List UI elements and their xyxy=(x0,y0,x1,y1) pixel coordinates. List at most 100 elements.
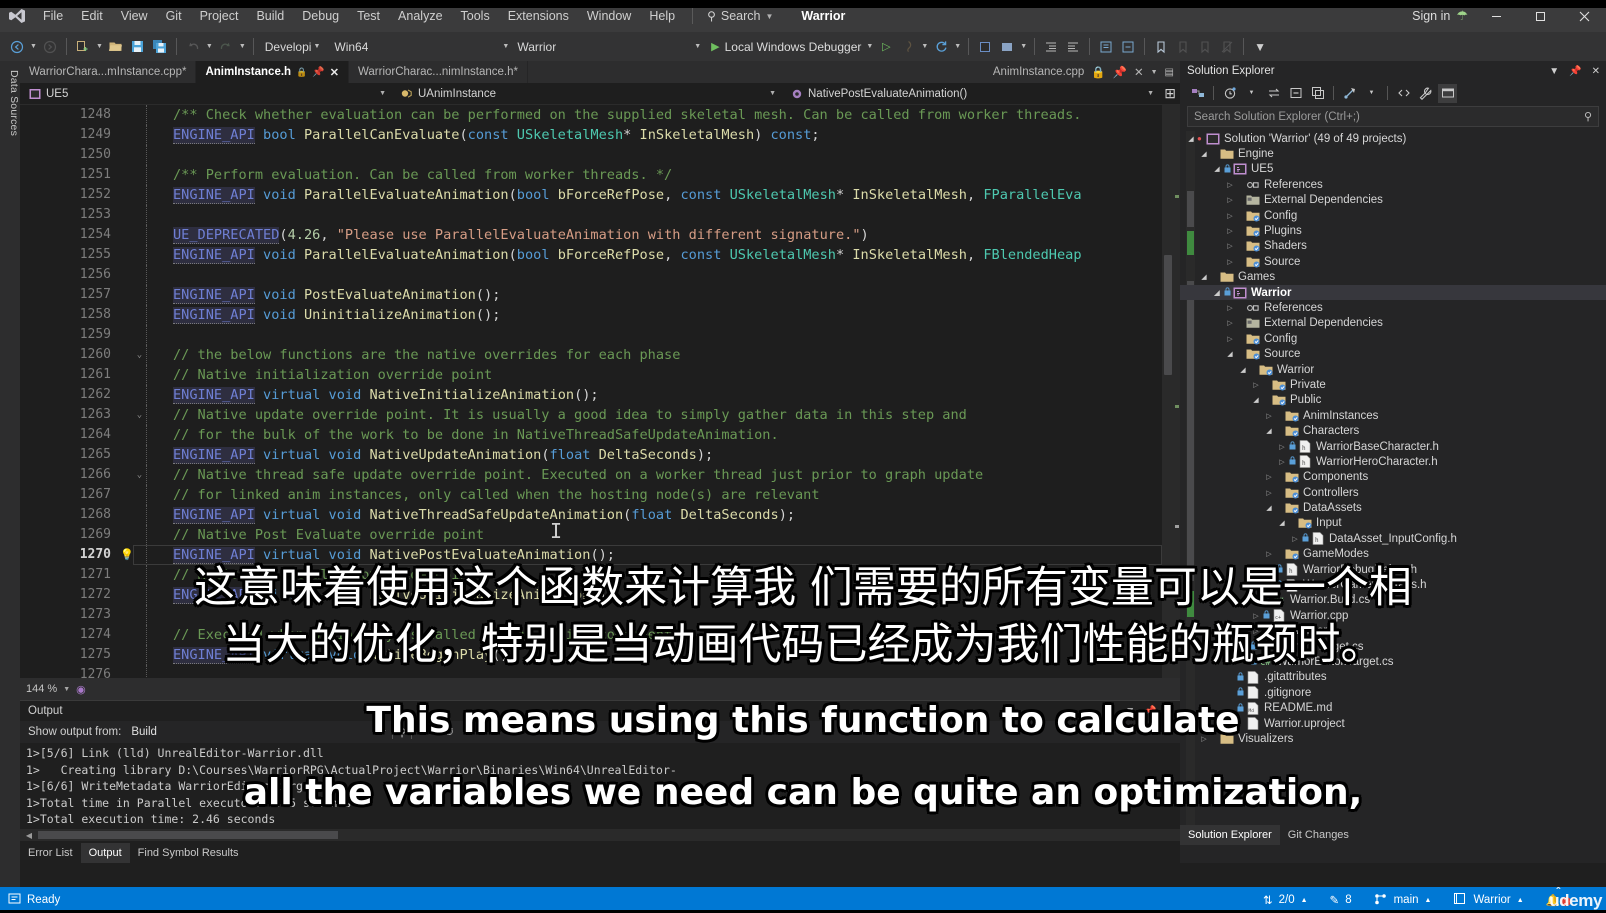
chevron-down-icon[interactable]: ◢ xyxy=(1263,504,1275,512)
tree-item[interactable]: ▷ External Dependencies xyxy=(1180,316,1606,331)
properties-window-icon[interactable] xyxy=(1308,84,1327,103)
code-line[interactable]: 1257 ENGINE_API void PostEvaluateAnimatio… xyxy=(20,285,1180,305)
tab-error-list[interactable]: Error List xyxy=(20,843,81,863)
output-horizontal-scrollbar[interactable]: ◀ xyxy=(20,829,1180,841)
output-source-dropdown[interactable]: Build xyxy=(127,726,161,738)
code-line[interactable]: 1248 /** Check whether evaluation can be … xyxy=(20,105,1180,125)
save-all-icon[interactable] xyxy=(149,35,171,59)
editor-tab-animinstance-h[interactable]: AnimInstance.h 🔒 📌 ✕ xyxy=(196,61,349,83)
chevron-down-icon[interactable]: ◢ xyxy=(1198,273,1210,281)
redo-chevron-icon[interactable]: ▼ xyxy=(237,43,248,50)
chevron-down-icon[interactable]: ◢ xyxy=(1250,396,1262,404)
code-line[interactable]: 1252 ENGINE_API void ParallelEvaluateAnim… xyxy=(20,185,1180,205)
tree-item[interactable]: ◢ Engine xyxy=(1180,146,1606,161)
data-sources-tab[interactable]: Data Sources xyxy=(0,67,20,139)
tree-item[interactable]: Warrior.uproject xyxy=(1180,716,1606,731)
tab-find-symbol-results[interactable]: Find Symbol Results xyxy=(130,843,247,863)
fold-toggle-icon[interactable]: ⌄ xyxy=(133,345,146,365)
tree-item[interactable]: ◢ Warrior xyxy=(1180,284,1606,301)
pin-icon[interactable]: 📌 xyxy=(312,67,324,78)
navbar-scope-dropdown[interactable]: UAnimInstance ▼ xyxy=(392,83,782,105)
chevron-right-icon[interactable]: ▷ xyxy=(1224,304,1236,312)
new-project-icon[interactable] xyxy=(72,35,94,59)
tree-item[interactable]: ▷ Shaders xyxy=(1180,239,1606,254)
fold-toggle-icon[interactable]: ⌄ xyxy=(133,465,146,485)
code-line[interactable]: 1262 ENGINE_API virtual void NativeInitia… xyxy=(20,385,1180,405)
tree-item[interactable]: ◢ Characters xyxy=(1180,423,1606,438)
code-map-icon[interactable] xyxy=(1188,84,1207,103)
clear-bookmarks-icon[interactable] xyxy=(1216,35,1238,59)
chevron-down-icon[interactable]: ◢ xyxy=(1263,427,1275,435)
find-message-icon[interactable]: ⚲ xyxy=(398,726,406,739)
tree-item[interactable]: ▷ Controllers xyxy=(1180,485,1606,500)
tree-item[interactable]: ▷ h WarriorGameplayTags.h xyxy=(1180,577,1606,592)
navbar-member-dropdown[interactable]: NativePostEvaluateAnimation() ▼ xyxy=(782,83,1180,105)
tab-solution-explorer[interactable]: Solution Explorer xyxy=(1180,825,1280,845)
tree-item[interactable]: ▷ GameModes xyxy=(1180,547,1606,562)
code-line[interactable]: 1268 ENGINE_API virtual void NativeThread… xyxy=(20,505,1180,525)
undo-icon[interactable] xyxy=(182,35,204,59)
start-debugging-button[interactable]: ▶ Local Windows Debugger xyxy=(703,35,864,59)
code-line[interactable]: 1256 xyxy=(20,265,1180,285)
chevron-right-icon[interactable]: ▷ xyxy=(1224,181,1236,189)
tree-item[interactable]: ▷ h DataAsset_InputConfig.h xyxy=(1180,531,1606,546)
tree-item[interactable]: ▷ Source xyxy=(1180,254,1606,269)
clear-all-icon[interactable]: ␡ xyxy=(417,726,426,739)
breakpoint-list-icon[interactable] xyxy=(996,35,1018,59)
indent-decrease-icon[interactable] xyxy=(1040,35,1062,59)
code-line[interactable]: 1260 ⌄ // the below functions are the nati… xyxy=(20,345,1180,365)
tree-item[interactable]: ◢ ● Solution 'Warrior' (49 of 49 projects) xyxy=(1180,131,1606,146)
tree-item[interactable]: ▷ c+ Warrior.cpp xyxy=(1180,608,1606,623)
code-line[interactable]: 1249 ENGINE_API bool ParallelCanEvaluate(… xyxy=(20,125,1180,145)
tree-item[interactable]: ◢ Input xyxy=(1180,516,1606,531)
preview-selected-items-icon[interactable] xyxy=(1438,83,1457,103)
solution-explorer-search-input[interactable]: Search Solution Explorer (Ctrl+;) ⚲ xyxy=(1187,106,1599,127)
chevron-right-icon[interactable]: ▷ xyxy=(1263,550,1275,558)
restart-icon[interactable] xyxy=(930,35,952,59)
tree-item[interactable]: ▷ Plugins xyxy=(1180,223,1606,238)
next-bookmark-icon[interactable] xyxy=(1194,35,1216,59)
editor-tab-warriorcharacter-cpp[interactable]: WarriorChara...mInstance.cpp* xyxy=(20,61,197,83)
tree-item[interactable]: ▷ C# Warrior.Build.cs xyxy=(1180,593,1606,608)
chevron-down-icon[interactable]: ▼ xyxy=(1151,69,1158,76)
tree-item[interactable]: ▷ Private xyxy=(1180,377,1606,392)
chevron-down-icon[interactable]: ◢ xyxy=(1185,135,1197,143)
zoom-level[interactable]: 144 % xyxy=(26,683,57,695)
close-icon[interactable]: ✕ xyxy=(1592,66,1600,77)
editor-vertical-scrollbar[interactable] xyxy=(1162,105,1180,701)
code-line[interactable]: 1254 UE_DEPRECATED(4.26, "Please use Para… xyxy=(20,225,1180,245)
tree-item[interactable]: ◢ Warrior xyxy=(1180,362,1606,377)
sign-in-button[interactable]: Sign in ☂ xyxy=(1406,8,1474,24)
chevron-down-icon[interactable]: ◢ xyxy=(1276,519,1288,527)
tree-item[interactable]: ▷ Components xyxy=(1180,470,1606,485)
tab-overflow-icon[interactable]: ▤ xyxy=(1165,67,1174,78)
tree-item[interactable]: ◢ Source xyxy=(1180,346,1606,361)
navigate-back-icon[interactable] xyxy=(6,35,28,59)
chevron-right-icon[interactable]: ▷ xyxy=(1250,381,1262,389)
tree-item[interactable]: ▷ References xyxy=(1180,300,1606,315)
hot-reload-chevron-icon[interactable]: ▼ xyxy=(919,43,930,50)
navbar-project-dropdown[interactable]: UE5 ▼ xyxy=(20,83,392,105)
tab-output[interactable]: Output xyxy=(80,843,130,863)
chevron-down-icon[interactable]: ◢ xyxy=(1211,289,1223,297)
code-line[interactable]: 1273 xyxy=(20,605,1180,625)
properties-icon[interactable] xyxy=(1416,84,1435,103)
tree-item[interactable]: ◢ DataAssets xyxy=(1180,500,1606,515)
platform-chevron-icon[interactable]: ▼ xyxy=(500,43,511,50)
solution-configuration-dropdown[interactable]: Developi ▼ xyxy=(259,36,329,58)
restart-chevron-icon[interactable]: ▼ xyxy=(952,43,963,50)
step-into-icon[interactable] xyxy=(974,35,996,59)
code-line[interactable]: 1274 // Executed when begin play is calle… xyxy=(20,625,1180,645)
chevron-right-icon[interactable]: ▷ xyxy=(1263,566,1275,574)
tree-item[interactable]: C# Warrior.Target.cs xyxy=(1180,639,1606,654)
chevron-right-icon[interactable]: ▷ xyxy=(1224,196,1236,204)
editor-tab-warriorcharacter-animinstance-h[interactable]: WarriorCharac...nimInstance.h* xyxy=(348,61,528,83)
chevron-right-icon[interactable]: ▷ xyxy=(1224,319,1236,327)
close-icon[interactable]: ✕ xyxy=(1134,65,1144,79)
chevron-right-icon[interactable]: ▷ xyxy=(1224,335,1236,343)
tree-item[interactable]: .gitattributes xyxy=(1180,670,1606,685)
chevron-right-icon[interactable]: ▷ xyxy=(1276,458,1288,466)
word-wrap-icon[interactable]: ↩ xyxy=(431,726,440,739)
pin-icon[interactable]: 📌 xyxy=(1569,66,1581,77)
code-line[interactable]: 1270 💡 ENGINE_API virtual void NativePostE… xyxy=(20,545,1180,565)
